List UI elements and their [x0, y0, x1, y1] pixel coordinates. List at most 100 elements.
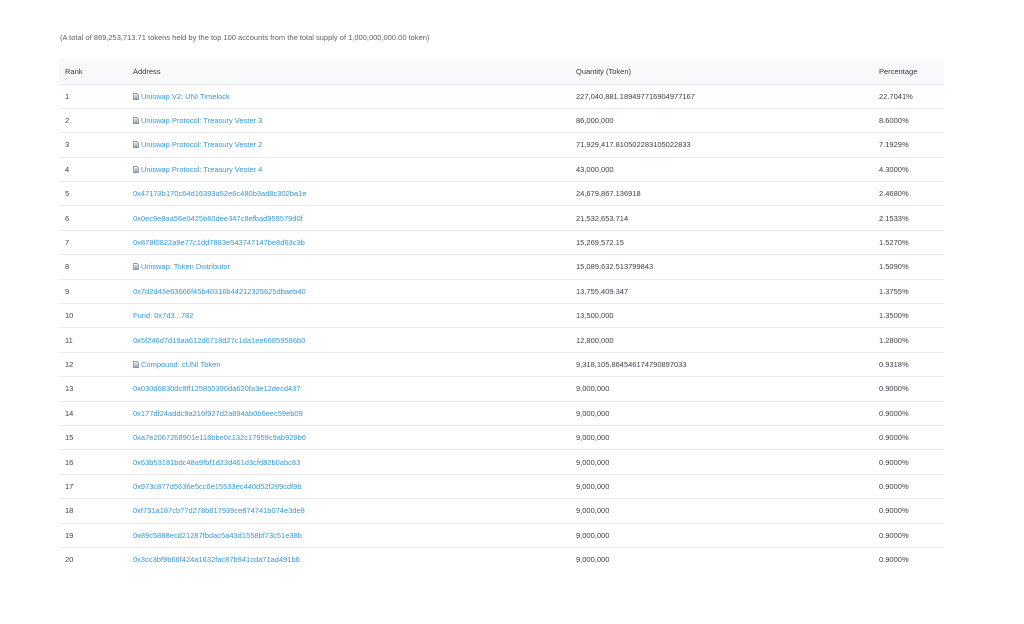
- address-cell: 0x030d6830dc8ff125850390da620fa3e12decd4…: [127, 376, 570, 402]
- address-link[interactable]: Uniswap V2: UNI Timelock: [141, 92, 230, 101]
- percentage-cell: 1.3755%: [873, 279, 944, 305]
- quantity-cell: 227,040,881.189497716904977167: [570, 84, 873, 109]
- quantity-cell: 9,000,000: [570, 376, 873, 402]
- table-row: 5 0x47173b170c64d16393a52e6c480b3ad8c302b…: [59, 181, 944, 207]
- table-row: 11 0x5f246d7d19aa612d6718d27c1da1ee668595…: [59, 327, 944, 353]
- percentage-cell: 7.1929%: [873, 132, 944, 158]
- address-cell: Uniswap V2: UNI Timelock: [127, 84, 570, 109]
- rank-cell: 5: [59, 181, 127, 207]
- quantity-cell: 86,000,000: [570, 108, 873, 134]
- rank-cell: 18: [59, 498, 127, 524]
- file-document-icon: [133, 263, 139, 271]
- table-row: 7 0x878f0822a9e77c1dd7883e543747147be8d63…: [59, 230, 944, 256]
- address-link[interactable]: Uniswap Protocol: Treasury Vester 3: [141, 116, 262, 125]
- address-cell: 0x973c877d5636e5cc6e15533ec440d52f299cdf…: [127, 474, 570, 500]
- rank-cell: 3: [59, 132, 127, 158]
- table-header-row: Rank Address Quantity (Token) Percentage: [59, 59, 944, 85]
- address-link[interactable]: 0x030d6830dc8ff125850390da620fa3e12decd4…: [133, 384, 301, 393]
- address-link[interactable]: 0x7d2d43e63666f45b40316b44212325625dbaeb…: [133, 287, 306, 296]
- percentage-cell: 1.2800%: [873, 327, 944, 353]
- rank-cell: 4: [59, 157, 127, 183]
- percentage-header: Percentage: [873, 59, 944, 85]
- quantity-cell: 9,000,000: [570, 523, 873, 548]
- quantity-cell: 71,929,417.810502283105022833: [570, 132, 873, 158]
- address-link[interactable]: Fund: 0x7d3...782: [133, 311, 193, 320]
- address-cell: Fund: 0x7d3...782: [127, 303, 570, 329]
- address-link[interactable]: 0x973c877d5636e5cc6e15533ec440d52f299cdf…: [133, 482, 302, 491]
- quantity-cell: 9,000,000: [570, 474, 873, 500]
- address-cell: 0xa7e2067268901e118bbe0c132c17959c9ab929…: [127, 425, 570, 451]
- quantity-cell: 13,500,000: [570, 303, 873, 329]
- rank-cell: 20: [65, 555, 74, 565]
- address-link[interactable]: 0x0ec9e8aa56e0425b60dee347c8efbad959579d…: [133, 214, 303, 223]
- table-row: 10 Fund: 0x7d3...782 13,500,000 1.3500%: [59, 303, 944, 329]
- address-cell: Uniswap Protocol: Treasury Vester 3: [127, 108, 570, 134]
- percentage-cell: 0.9000%: [873, 401, 944, 426]
- percentage-cell: 0.9000%: [873, 425, 944, 451]
- quantity-cell: 9,000,000: [570, 449, 873, 475]
- quantity-cell: 9,000,000: [570, 425, 873, 451]
- file-document-icon: [133, 92, 139, 100]
- rank-cell: 16: [59, 449, 127, 475]
- rank-cell: 6: [59, 205, 127, 231]
- address-cell: 0x47173b170c64d16393a52e6c480b3ad8c302ba…: [127, 181, 570, 207]
- rank-cell: 15: [59, 425, 127, 451]
- address-link[interactable]: Uniswap: Token Distributor: [141, 262, 230, 271]
- address-link[interactable]: 0x177df24addc9a216f927d2a894ab0b6eec59eb…: [133, 409, 303, 418]
- table-row: 18 0xf731a187cb77d278b817939ce874741b074e…: [59, 498, 944, 524]
- file-document-icon: [133, 117, 139, 124]
- address-header: Address: [127, 59, 570, 85]
- table-row: 14 0x177df24addc9a216f927d2a894ab0b6eec59…: [59, 401, 944, 426]
- address-link[interactable]: 0x5f246d7d19aa612d6718d27c1da1ee66859586…: [133, 336, 305, 345]
- percentage-cell: 1.3500%: [873, 303, 944, 329]
- address-cell: 0x3cc3bf9b66f424a1632fac87b941cda71ad491…: [127, 547, 570, 571]
- quantity-cell: 9,000,000: [570, 498, 873, 524]
- quantity-cell: 24,679,867.136918: [570, 181, 873, 207]
- address-cell: 0xf731a187cb77d278b817939ce874741b074e3d…: [127, 498, 570, 524]
- quantity-cell: 9,000,000: [576, 555, 610, 565]
- rank-cell: 2: [59, 108, 127, 134]
- rank-header: Rank: [59, 59, 127, 85]
- address-link[interactable]: 0xa7e2067268901e118bbe0c132c17959c9ab929…: [133, 433, 306, 442]
- table-row: 9 0x7d2d43e63666f45b40316b44212325625dbae…: [59, 279, 944, 305]
- table-row: 8 Uniswap: Token Distributor 15,089,632.51…: [59, 254, 944, 280]
- rank-cell: 9: [59, 279, 127, 305]
- address-link[interactable]: Uniswap Protocol: Treasury Vester 2: [141, 140, 262, 149]
- address-link[interactable]: Compound: cUNI Token: [141, 360, 221, 369]
- address-link[interactable]: 0x878f0822a9e77c1dd7883e543747147be8d63c…: [133, 238, 305, 247]
- table-row: 17 0x973c877d5636e5cc6e15533ec440d52f299c…: [59, 474, 944, 500]
- percentage-cell: 0.9000%: [873, 376, 944, 402]
- table-row: 4 Uniswap Protocol: Treasury Vester 4 43,0…: [59, 157, 944, 183]
- quantity-cell: 12,800,000: [570, 327, 873, 353]
- percentage-cell: 0.9318%: [873, 352, 944, 378]
- address-link[interactable]: Uniswap Protocol: Treasury Vester 4: [141, 165, 262, 174]
- table-row: 19 0x89c5888ecd21287fbdac5a43d1558bf73c51…: [59, 523, 944, 548]
- rank-cell: 1: [59, 84, 127, 109]
- rank-cell: 10: [59, 303, 127, 329]
- token-holders-page: (A total of 869,253,713.71 tokens held b…: [0, 0, 1024, 624]
- address-link[interactable]: 0xf731a187cb77d278b817939ce874741b074e3d…: [133, 506, 305, 515]
- quantity-cell: 9,000,000: [570, 401, 873, 426]
- address-cell: 0x7d2d43e63666f45b40316b44212325625dbaeb…: [127, 279, 570, 305]
- address-link[interactable]: 0x63b53181bdc48a9fbf1d23d461d3cfd82b0abc…: [133, 458, 300, 467]
- percentage-cell: 0.9000%: [879, 555, 909, 565]
- percentage-cell: 8.6000%: [873, 108, 944, 134]
- address-cell: Compound: cUNI Token: [127, 352, 570, 378]
- address-link[interactable]: 0x89c5888ecd21287fbdac5a43d1558bf73c51e3…: [133, 531, 302, 540]
- quantity-cell: 21,532,653.714: [570, 205, 873, 231]
- quantity-cell: 9,318,105.864546174790897033: [570, 352, 873, 378]
- quantity-cell: 15,089,632.513799843: [570, 254, 873, 280]
- address-link[interactable]: 0x3cc3bf9b66f424a1632fac87b941cda71ad491…: [133, 555, 300, 564]
- table-row: 3 Uniswap Protocol: Treasury Vester 2 71,9…: [59, 132, 944, 158]
- percentage-cell: 2.1533%: [873, 205, 944, 231]
- table-row: 2 Uniswap Protocol: Treasury Vester 3 86,0…: [59, 108, 944, 134]
- table-row: 1 Uniswap V2: UNI Timelock 227,040,881.189…: [59, 84, 944, 109]
- percentage-cell: 0.9000%: [873, 449, 944, 475]
- address-link[interactable]: 0x47173b170c64d16393a52e6c480b3ad8c302ba…: [133, 189, 307, 198]
- address-cell: 0x5f246d7d19aa612d6718d27c1da1ee66859586…: [127, 327, 570, 353]
- rank-cell: 8: [59, 254, 127, 280]
- rank-cell: 12: [59, 352, 127, 378]
- address-cell: 0x0ec9e8aa56e0425b60dee347c8efbad959579d…: [127, 205, 570, 231]
- rank-cell: 19: [59, 523, 127, 548]
- quantity-cell: 13,755,409.347: [570, 279, 873, 305]
